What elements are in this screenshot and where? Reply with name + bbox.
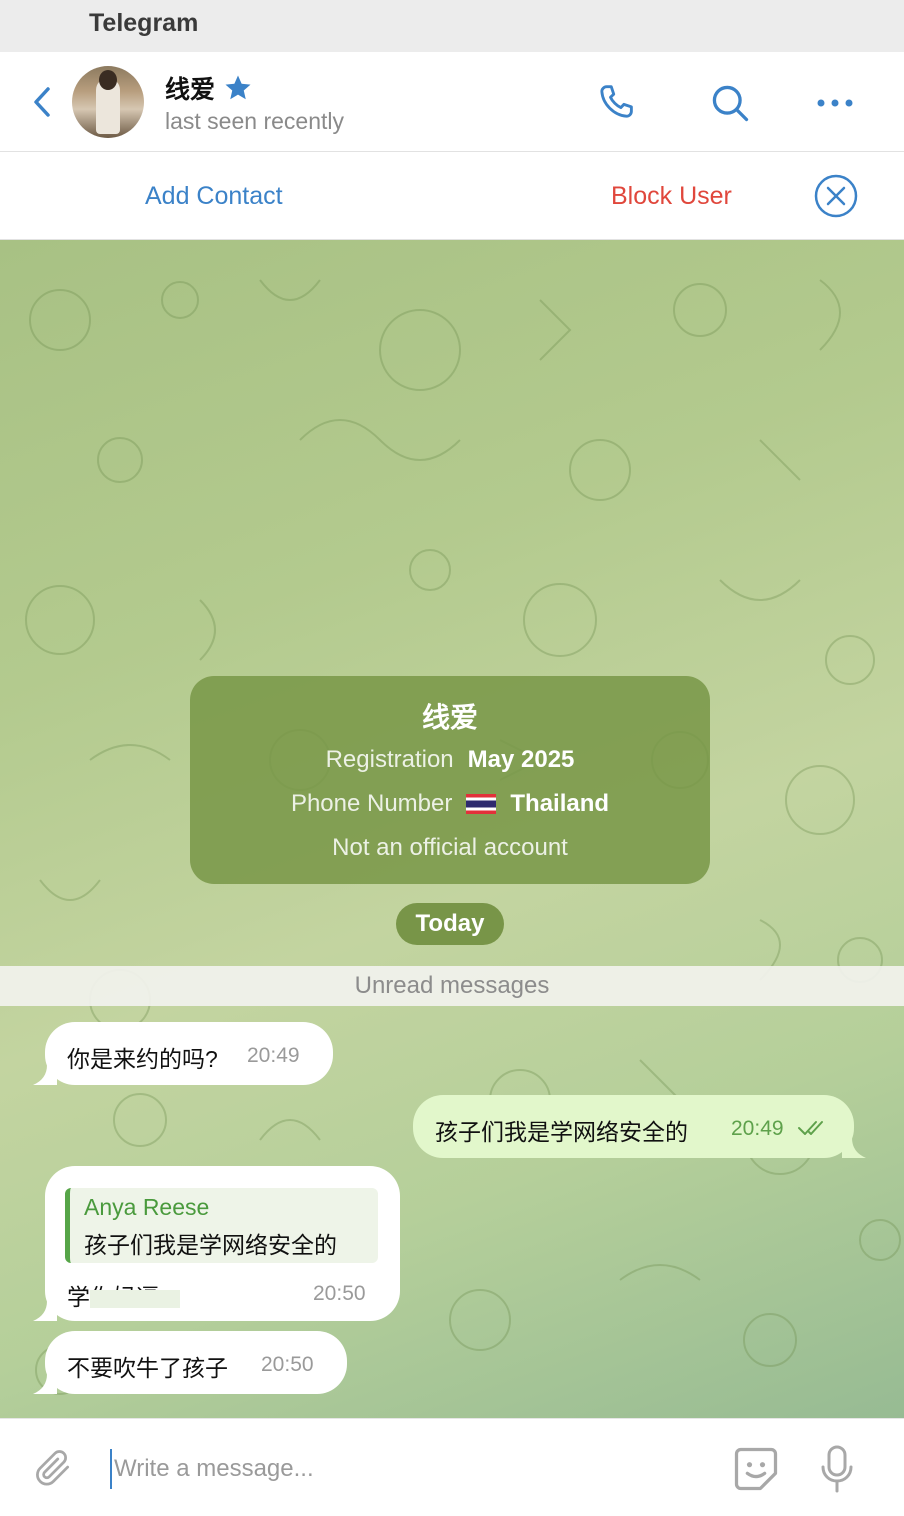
bubble-tail xyxy=(33,1374,57,1394)
message-time: 20:50 xyxy=(313,1282,366,1305)
attach-button[interactable] xyxy=(28,1443,78,1493)
registration-value: May 2025 xyxy=(467,746,575,773)
more-button[interactable] xyxy=(810,78,860,128)
message-text: 孩子们我是学网络安全的 xyxy=(435,1119,688,1145)
message-text: 不要吹牛了孩子 xyxy=(67,1355,228,1381)
phone-icon xyxy=(600,85,633,118)
info-card-name: 线爱 xyxy=(421,702,478,733)
message-time: 20:49 xyxy=(731,1117,784,1140)
double-check-icon xyxy=(798,1121,823,1135)
chevron-left-icon xyxy=(34,87,50,117)
reply-text: 孩子们我是学网络安全的 xyxy=(84,1232,337,1258)
search-icon xyxy=(712,85,749,122)
chat-header: 线爱 last seen recently xyxy=(0,52,904,152)
back-button[interactable] xyxy=(22,82,62,122)
microphone-icon xyxy=(821,1445,853,1493)
bubble-tail xyxy=(842,1138,866,1158)
message-time: 20:50 xyxy=(261,1353,314,1376)
phone-row: Phone Number Thailand xyxy=(190,790,710,818)
message-bubble-incoming[interactable]: 不要吹牛了孩子 20:50 xyxy=(33,1331,347,1394)
unread-separator: Unread messages xyxy=(0,966,904,1006)
phone-value: Thailand xyxy=(510,790,610,817)
contact-action-bar: Add Contact Block User xyxy=(0,152,904,240)
more-horizontal-icon xyxy=(817,99,853,107)
search-button[interactable] xyxy=(705,78,755,128)
message-text: 你是来约的吗? xyxy=(67,1046,218,1072)
message-input[interactable] xyxy=(110,1449,700,1489)
contact-title[interactable]: 线爱 xyxy=(165,70,253,106)
sticker-icon xyxy=(734,1447,778,1491)
bubble-tail xyxy=(33,1301,57,1321)
message-bubble-incoming-reply[interactable]: Anya Reese 孩子们我是学网络安全的 学你妈逼 20:50 xyxy=(33,1166,400,1321)
official-note: Not an official account xyxy=(332,834,568,861)
add-contact-button[interactable]: Add Contact xyxy=(145,182,283,211)
call-button[interactable] xyxy=(592,78,642,128)
close-circle-icon xyxy=(814,174,858,218)
date-separator: Today xyxy=(396,903,504,945)
contact-name: 线爱 xyxy=(165,76,216,104)
message-composer xyxy=(0,1418,904,1516)
contact-info-card: 线爱 Registration May 2025 Phone Number Th… xyxy=(190,676,710,884)
message-time: 20:49 xyxy=(247,1044,300,1067)
thailand-flag-icon xyxy=(466,794,497,814)
star-icon xyxy=(225,75,251,100)
reply-quote[interactable]: Anya Reese 孩子们我是学网络安全的 xyxy=(65,1188,378,1263)
registration-label: Registration xyxy=(325,746,454,773)
bubble-tail xyxy=(33,1065,57,1085)
official-row: Not an official account xyxy=(190,834,710,862)
dismiss-bar-button[interactable] xyxy=(812,172,860,220)
redaction-overlay xyxy=(90,1290,180,1308)
sticker-button[interactable] xyxy=(728,1441,784,1497)
app-title: Telegram xyxy=(89,9,199,37)
message-bubble-outgoing[interactable]: 孩子们我是学网络安全的 20:49 xyxy=(413,1095,866,1158)
contact-status: last seen recently xyxy=(165,108,344,134)
voice-message-button[interactable] xyxy=(812,1441,862,1497)
registration-row: Registration May 2025 xyxy=(190,746,710,774)
block-user-button[interactable]: Block User xyxy=(611,182,732,211)
phone-label: Phone Number xyxy=(290,790,453,817)
message-bubble-incoming[interactable]: 你是来约的吗? 20:49 xyxy=(33,1022,333,1085)
chat-area[interactable]: 线爱 Registration May 2025 Phone Number Th… xyxy=(0,240,904,1418)
paperclip-icon xyxy=(36,1450,70,1486)
window-titlebar: Telegram xyxy=(0,0,904,52)
avatar[interactable] xyxy=(72,66,144,138)
reply-author: Anya Reese xyxy=(84,1194,210,1220)
